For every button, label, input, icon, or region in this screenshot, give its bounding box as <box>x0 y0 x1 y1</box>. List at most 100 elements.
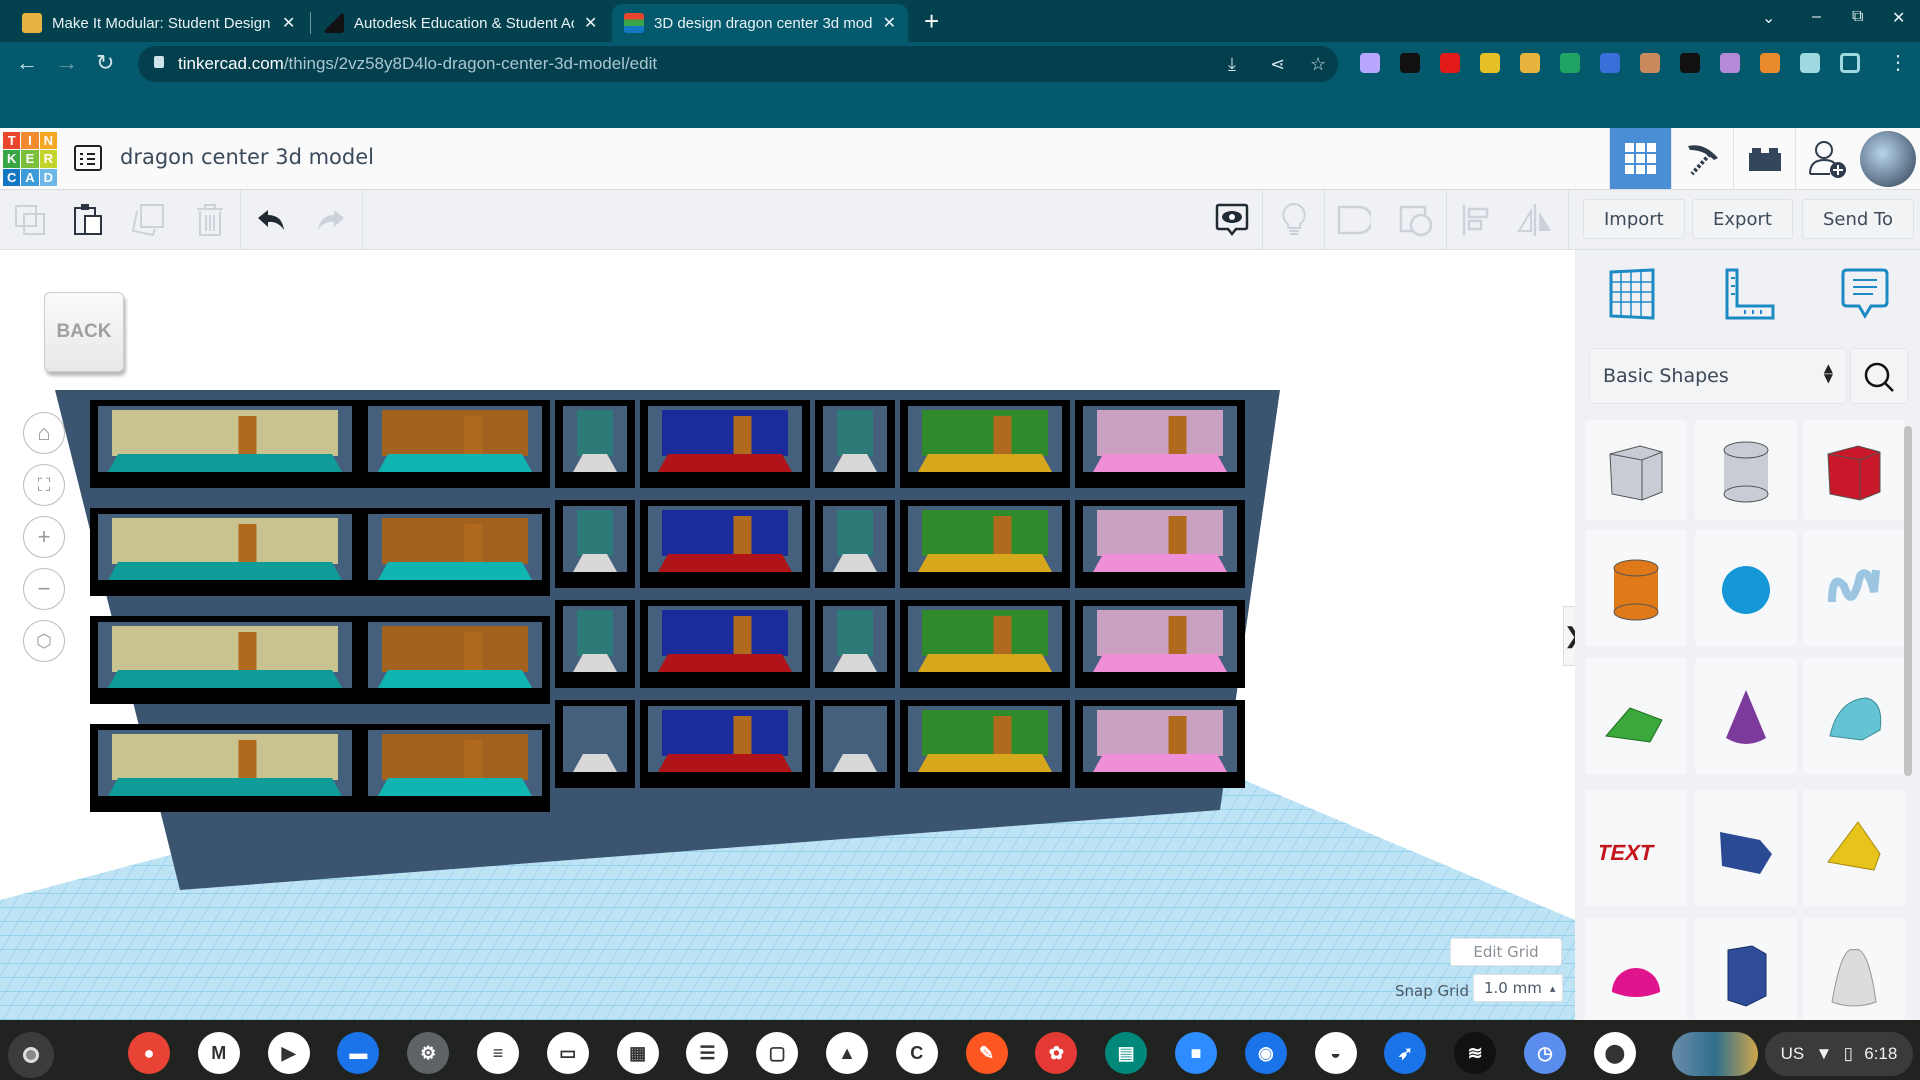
workplane-viewport[interactable]: BACK ⌂ ⛶ + − ⬡ Edit Grid Snap Grid 1.0 m… <box>0 250 1575 1020</box>
shape-box-hole[interactable] <box>1585 420 1687 520</box>
taskbar-app-slides[interactable]: ▭ <box>546 1032 589 1074</box>
minimize-icon[interactable]: – <box>1812 8 1821 26</box>
taskbar-app-rocket-app[interactable]: ➶ <box>1384 1032 1427 1074</box>
solid-button[interactable] <box>1336 202 1372 238</box>
delete-button[interactable] <box>192 202 228 238</box>
shape-cylinder[interactable] <box>1585 530 1687 646</box>
shape-cone[interactable] <box>1695 658 1797 774</box>
url-text[interactable]: tinkercad.com/things/2vz58y8D4lo-dragon-… <box>178 54 657 74</box>
holding-space-thumbnail[interactable] <box>1672 1032 1758 1076</box>
install-icon[interactable]: ⤓ <box>1228 54 1236 75</box>
show-notes-button[interactable] <box>1214 202 1250 238</box>
taskbar-app-docs[interactable]: ≡ <box>477 1032 519 1074</box>
hint-light-button[interactable] <box>1276 202 1312 238</box>
edit-grid-button[interactable]: Edit Grid <box>1450 938 1562 966</box>
redo-button[interactable] <box>312 202 348 238</box>
shape-category-select[interactable]: Basic Shapes ▲ ▼ <box>1589 348 1847 404</box>
taskbar-app-maps[interactable]: ⬤ <box>1593 1032 1636 1074</box>
restore-icon[interactable]: ⧉ <box>1852 8 1863 26</box>
close-tab-icon[interactable]: ✕ <box>282 13 295 33</box>
bookmark-star-icon[interactable]: ☆ <box>1310 54 1326 75</box>
taskbar-app-pen-app[interactable]: ✎ <box>965 1032 1008 1074</box>
shape-search-button[interactable] <box>1850 348 1908 404</box>
align-button[interactable] <box>1458 202 1494 238</box>
shape-scribble[interactable] <box>1803 530 1905 646</box>
taskbar-app-spotify[interactable]: ≋ <box>1454 1032 1497 1074</box>
shape-text[interactable]: TEXT <box>1585 790 1687 906</box>
shape-sphere[interactable] <box>1695 530 1797 646</box>
taskbar-app-chrome-web-store[interactable]: ◒ <box>1314 1032 1357 1074</box>
mirror-button[interactable] <box>1516 202 1552 238</box>
shape-pyramid[interactable] <box>1803 790 1905 906</box>
snap-grid-select[interactable]: 1.0 mm ▴ <box>1473 974 1563 1002</box>
bricks-button[interactable] <box>1733 128 1795 189</box>
browser-menu-icon[interactable]: ⋮ <box>1888 50 1908 75</box>
youtube-extension-icon[interactable] <box>1440 53 1460 73</box>
ruler-tool-button[interactable] <box>1721 266 1777 322</box>
taskbar-app-drive[interactable]: ▲ <box>826 1032 868 1074</box>
notes-tool-button[interactable] <box>1837 266 1893 322</box>
paw-extension-icon[interactable] <box>1680 53 1700 73</box>
taskbar-app-camera[interactable]: ◉ <box>1244 1032 1287 1074</box>
browser-tab-tinkercad[interactable]: 3D design dragon center 3d model ✕ <box>612 4 908 42</box>
taskbar-app-gmail[interactable]: M <box>197 1032 240 1074</box>
browser-tab-make-it-modular[interactable]: Make It Modular: Student Design ✕ <box>10 4 307 42</box>
taskbar-app-chrome[interactable]: ● <box>128 1032 170 1074</box>
screen-record-extension-icon[interactable] <box>1600 53 1620 73</box>
launcher-button[interactable] <box>8 1032 54 1078</box>
cursor-extension-icon[interactable] <box>1360 53 1380 73</box>
shape-polygon[interactable] <box>1695 790 1797 906</box>
side-panel-icon[interactable] <box>1840 53 1860 73</box>
close-tab-icon[interactable]: ✕ <box>584 13 597 33</box>
forward-icon[interactable]: → <box>56 50 78 76</box>
workplane-scene[interactable] <box>0 250 1575 1020</box>
design-list-icon[interactable] <box>74 145 102 171</box>
tinkercad-logo[interactable]: TINKERCAD <box>3 132 57 186</box>
zoom-out-button[interactable]: − <box>23 568 65 610</box>
3d-model-building[interactable] <box>55 390 1280 890</box>
shape-roof[interactable] <box>1585 658 1687 774</box>
import-button[interactable]: Import <box>1583 199 1685 239</box>
close-window-icon[interactable]: ✕ <box>1892 8 1905 28</box>
puzzle-extensions-icon[interactable] <box>1800 53 1820 73</box>
doc-extension-icon[interactable] <box>1400 53 1420 73</box>
bee-extension-icon[interactable] <box>1520 53 1540 73</box>
design-title[interactable]: dragon center 3d model <box>120 145 374 169</box>
undo-button[interactable] <box>254 202 290 238</box>
address-bar[interactable]: tinkercad.com/things/2vz58y8D4lo-dragon-… <box>138 46 1338 82</box>
taskbar-app-play-store[interactable]: ▶ <box>267 1032 310 1074</box>
share-icon[interactable]: ⋖ <box>1270 54 1285 75</box>
workplane-tool-button[interactable] <box>1603 266 1659 322</box>
copy-button[interactable] <box>12 202 48 238</box>
taskbar-app-c-app[interactable]: C <box>895 1032 938 1074</box>
drive-extension-icon[interactable] <box>1560 53 1580 73</box>
export-button[interactable]: Export <box>1692 199 1793 239</box>
home-view-button[interactable]: ⌂ <box>23 412 65 454</box>
taskbar-app-zoom[interactable]: ■ <box>1175 1032 1217 1074</box>
send-to-button[interactable]: Send To <box>1802 199 1915 239</box>
back-icon[interactable]: ← <box>16 50 38 76</box>
invite-user-button[interactable] <box>1795 128 1857 189</box>
shape-hexagonal-prism[interactable] <box>1695 918 1797 1020</box>
paste-button[interactable] <box>70 202 106 238</box>
taskbar-app-clock[interactable]: ◷ <box>1524 1032 1566 1074</box>
perspective-toggle-button[interactable]: ⬡ <box>23 620 65 662</box>
coffee-extension-icon[interactable] <box>1640 53 1660 73</box>
browser-tab-autodesk[interactable]: Autodesk Education & Student Access ✕ <box>312 4 609 42</box>
fit-all-button[interactable]: ⛶ <box>23 464 65 506</box>
coin-extension-icon[interactable] <box>1480 53 1500 73</box>
view-cube[interactable]: BACK <box>44 292 124 372</box>
shape-cylinder-hole[interactable] <box>1695 420 1797 520</box>
taskbar-app-forms[interactable]: ☰ <box>686 1032 729 1074</box>
taskbar-app-pdf-editor[interactable]: ▢ <box>756 1032 799 1074</box>
shapes-scrollbar[interactable] <box>1904 426 1912 776</box>
system-tray[interactable]: US ▼ ▯ 6:18 <box>1765 1032 1913 1076</box>
fox-extension-icon[interactable] <box>1760 53 1780 73</box>
new-tab-button[interactable]: + <box>924 6 939 37</box>
shape-half-sphere[interactable] <box>1585 918 1687 1020</box>
blocks-button[interactable] <box>1671 128 1733 189</box>
tab-search-icon[interactable]: ⌄ <box>1762 8 1775 28</box>
taskbar-app-sheets[interactable]: ▦ <box>616 1032 659 1074</box>
shape-round-roof[interactable] <box>1803 658 1905 774</box>
reload-icon[interactable]: ↻ <box>96 50 114 76</box>
